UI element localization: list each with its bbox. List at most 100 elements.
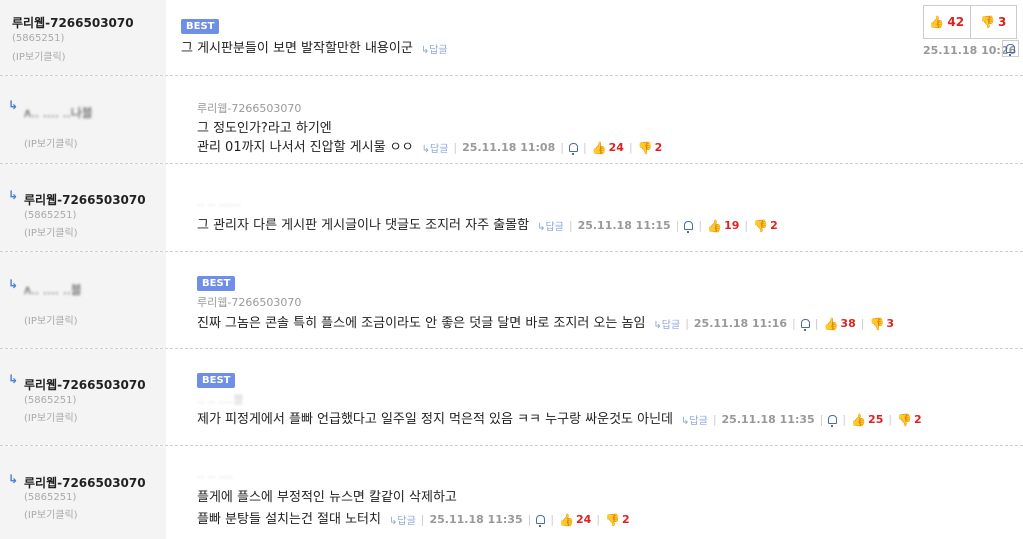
downvote-button[interactable]: 👎 2: [897, 413, 922, 427]
comment-body: 제가 피정게에서 플빠 언급했다고 일주일 정지 먹은적 있음 ㅋㅋ 누구랑 싸…: [197, 412, 674, 427]
bell-icon[interactable]: [800, 319, 810, 331]
comment-body: 그 관리자 다른 게시판 게시글이나 댓글도 조지러 자주 출몰함: [197, 218, 530, 233]
upvote-button[interactable]: 👍 25: [851, 413, 883, 427]
reply-arrow-icon: ↳: [8, 472, 19, 486]
downvote-count: 2: [914, 413, 922, 426]
comment-6: ↳ 루리웹-7266503070 (5865251) (IP보기클릭) ‥ ‥ …: [0, 446, 1023, 539]
report-button[interactable]: [1002, 40, 1019, 57]
comment-4: ↳ ʌ‥ ‥‥ ‥블 (IP보기클릭) BEST 루리웹-7266503070 …: [0, 252, 1023, 349]
downvote-button[interactable]: 👎 3: [969, 6, 1017, 38]
bell-icon[interactable]: [568, 143, 578, 155]
author-nickname-redacted: ʌ‥ ‥‥ ‥블: [24, 283, 82, 297]
ip-view-link[interactable]: (IP보기클릭): [12, 48, 66, 63]
bell-icon[interactable]: [684, 221, 694, 233]
author-nickname[interactable]: 루리웹-7266503070: [24, 376, 146, 393]
author-nickname-redacted: ʌ‥ ‥‥ ‥나블: [24, 106, 93, 120]
comment-time: 25.11.18 11:08: [462, 141, 556, 154]
comment-text: 그 관리자 다른 게시판 게시글이나 댓글도 조지러 자주 출몰함 ↳답글 | 2…: [197, 218, 778, 233]
downvote-count: 2: [621, 513, 630, 526]
comment-time: 25.11.18 11:35: [721, 413, 815, 426]
reply-arrow-icon: ↳: [8, 188, 19, 202]
upvote-count: 42: [947, 15, 965, 29]
comment-line-1: 플게에 플스에 부정적인 뉴스면 칼같이 삭제하고: [197, 490, 457, 505]
ip-view-link[interactable]: (IP보기클릭): [24, 224, 78, 239]
reply-link[interactable]: ↳답글: [389, 512, 416, 527]
parent-author: 루리웹-7266503070: [197, 296, 302, 309]
reply-link[interactable]: ↳답글: [421, 41, 448, 56]
comment-body: 플빠 분탕들 설치는건 절대 노터치: [197, 512, 381, 527]
comment-body: 관리 01까지 나서서 진압할 게시물 ㅇㅇ: [197, 140, 414, 155]
bell-icon[interactable]: [536, 515, 546, 527]
best-badge: BEST: [181, 19, 220, 34]
thumbs-down-icon: 👎: [753, 218, 769, 233]
comment-line-2: 플빠 분탕들 설치는건 절대 노터치 ↳답글 | 25.11.18 11:35 | …: [197, 512, 630, 527]
author-nickname[interactable]: 루리웹-7266503070: [24, 191, 146, 208]
thumbs-up-icon: 👍: [707, 218, 723, 233]
thumbs-down-icon: 👎: [897, 412, 913, 427]
bell-icon[interactable]: [828, 415, 838, 427]
parent-author-redacted: ‥ ‥ ‥‥‥: [197, 196, 241, 209]
ip-view-link[interactable]: (IP보기클릭): [24, 409, 78, 424]
downvote-button[interactable]: 👎 2: [753, 219, 778, 233]
upvote-count: 19: [724, 219, 740, 232]
comment-time: 25.11.18 11:35: [429, 513, 523, 526]
ip-view-link[interactable]: (IP보기클릭): [24, 135, 78, 150]
comment-text: 그 게시판분들이 보면 발작할만한 내용이군 ↳답글: [181, 37, 448, 56]
upvote-button[interactable]: 👍 42: [924, 6, 970, 38]
downvote-count: 2: [770, 219, 778, 232]
comment-text: 제가 피정게에서 플빠 언급했다고 일주일 정지 먹은적 있음 ㅋㅋ 누구랑 싸…: [197, 412, 922, 427]
upvote-count: 24: [576, 513, 592, 526]
thumbs-down-icon: 👎: [605, 512, 620, 527]
reply-link[interactable]: ↳답글: [537, 218, 564, 233]
downvote-count: 3: [886, 317, 895, 330]
upvote-button[interactable]: 👍 19: [707, 219, 739, 233]
parent-author-redacted: ‥ ‥ ‥‥: [197, 468, 234, 481]
author-uid: (5865251): [12, 33, 65, 44]
thumbs-up-icon: 👍: [929, 15, 945, 29]
author-uid: (5865251): [24, 492, 77, 503]
vote-box: 👍 42 👎 3: [923, 5, 1017, 39]
thumbs-up-icon: 👍: [823, 316, 839, 331]
comment-body: 그 게시판분들이 보면 발작할만한 내용이군: [181, 41, 413, 56]
comment-3: ↳ 루리웹-7266503070 (5865251) (IP보기클릭) ‥ ‥ …: [0, 164, 1023, 252]
thumbs-down-icon: 👎: [869, 316, 885, 331]
upvote-count: 24: [608, 141, 624, 154]
author-uid: (5865251): [24, 210, 77, 221]
upvote-button[interactable]: 👍 24: [559, 513, 591, 527]
ip-view-link[interactable]: (IP보기클릭): [24, 506, 78, 521]
comment-body: 진짜 그놈은 콘솔 특히 플스에 조금이라도 안 좋은 덧글 달면 바로 조지러…: [197, 316, 646, 331]
upvote-count: 38: [840, 317, 856, 330]
reply-arrow-icon: ↳: [8, 372, 19, 386]
comment-2: ↳ ʌ‥ ‥‥ ‥나블 (IP보기클릭) 루리웹-7266503070 그 정도…: [0, 76, 1023, 164]
bell-icon: [1006, 44, 1015, 56]
comment-5: ↳ 루리웹-7266503070 (5865251) (IP보기클릭) BEST…: [0, 349, 1023, 446]
thumbs-down-icon: 👎: [980, 15, 996, 29]
thumbs-up-icon: 👍: [851, 412, 867, 427]
thumbs-up-icon: 👍: [559, 512, 574, 527]
thumbs-up-icon: 👍: [591, 140, 607, 155]
downvote-count: 3: [998, 15, 1007, 29]
downvote-button[interactable]: 👎 2: [638, 141, 663, 155]
upvote-button[interactable]: 👍 38: [823, 317, 855, 331]
author-nickname[interactable]: 루리웹-7266503070: [24, 474, 146, 491]
ip-view-link[interactable]: (IP보기클릭): [24, 312, 78, 327]
reply-link[interactable]: ↳답글: [681, 412, 708, 427]
downvote-button[interactable]: 👎 2: [605, 513, 630, 527]
reply-arrow-icon: ↳: [8, 277, 19, 291]
comment-time: 25.11.18 11:16: [693, 317, 788, 330]
downvote-count: 2: [654, 141, 663, 154]
author-uid: (5865251): [24, 395, 77, 406]
downvote-button[interactable]: 👎 3: [869, 317, 894, 331]
author-nickname[interactable]: 루리웹-7266503070: [12, 14, 134, 31]
reply-link[interactable]: ↳답글: [422, 140, 449, 155]
upvote-button[interactable]: 👍 24: [592, 141, 624, 155]
thumbs-down-icon: 👎: [637, 140, 653, 155]
comment-line-1: 그 정도인가?라고 하기엔: [197, 121, 332, 136]
upvote-count: 25: [868, 413, 884, 426]
reply-arrow-icon: ↳: [8, 98, 19, 112]
parent-author-redacted: ‥ ‥ ‥‥블: [197, 393, 244, 406]
comment-1: 루리웹-7266503070 (5865251) (IP보기클릭) BEST 그…: [0, 0, 1023, 76]
parent-author: 루리웹-7266503070: [197, 102, 302, 115]
comment-4-author-panel: [0, 252, 166, 348]
reply-link[interactable]: ↳답글: [653, 316, 680, 331]
